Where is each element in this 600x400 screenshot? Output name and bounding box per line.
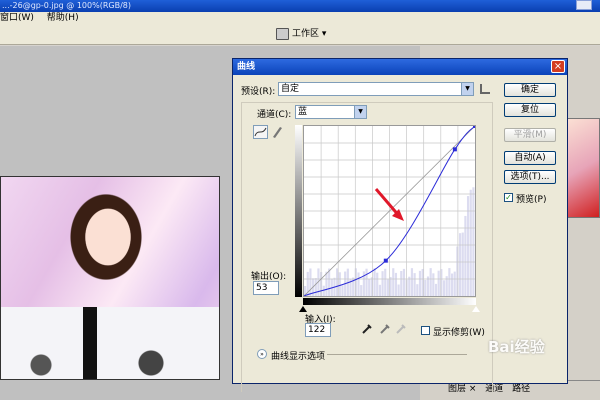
histogram-bar — [381, 271, 384, 296]
histogram-bar — [448, 268, 451, 296]
white-point-slider[interactable] — [472, 306, 480, 312]
close-icon[interactable]: × — [551, 60, 565, 73]
histogram-bar — [410, 268, 414, 296]
app-title-bar: ...-26@gp-0.jpg @ 100%(RGB/8) — [0, 0, 600, 12]
chevron-down-icon: ▼ — [354, 106, 366, 118]
histogram-bar — [397, 284, 400, 296]
curve-tool-icon[interactable] — [253, 125, 268, 139]
input-gradient-bar — [303, 298, 476, 305]
smooth-button[interactable]: 平滑(M) — [504, 128, 556, 142]
window-control-icon[interactable] — [576, 0, 592, 10]
menu-bar: 窗口(W) 帮助(H) — [0, 12, 600, 25]
channel-select[interactable]: 蓝 ▼ — [295, 105, 367, 119]
histogram-bar — [357, 272, 360, 296]
ok-button[interactable]: 确定 — [504, 83, 556, 97]
histogram-bar — [426, 276, 430, 296]
histogram-bar — [400, 271, 403, 296]
histogram-bar — [394, 272, 398, 296]
histogram-bar — [384, 268, 387, 296]
preset-select[interactable]: 自定 ▼ — [278, 82, 474, 96]
preset-value: 自定 — [281, 84, 300, 94]
watermark: Bai经验 — [488, 338, 545, 356]
preset-label: 预设(R): — [241, 87, 276, 97]
menu-help[interactable]: 帮助(H) — [47, 13, 79, 23]
histogram-bar — [472, 187, 475, 296]
histogram-bar — [402, 268, 406, 296]
histogram-bar — [314, 278, 317, 296]
histogram-bar — [386, 279, 389, 296]
histogram-bar — [469, 189, 472, 296]
histogram-bar — [365, 268, 368, 296]
input-field[interactable]: 122 — [305, 323, 331, 337]
histogram-bar — [453, 271, 456, 296]
pencil-icon[interactable] — [271, 125, 283, 139]
histogram-bar — [368, 279, 371, 296]
histogram-bar — [434, 283, 438, 296]
curve-options-label: 曲线显示选项 — [271, 352, 326, 362]
document-photo[interactable] — [0, 176, 220, 380]
tab-paths[interactable]: 路径 — [512, 384, 530, 394]
histogram-bar — [338, 272, 341, 296]
gray-eyedropper-icon[interactable] — [379, 323, 391, 335]
histogram-bar — [424, 279, 427, 296]
menu-window[interactable]: 窗口(W) — [0, 13, 34, 23]
histogram-bar — [378, 284, 381, 296]
histogram-bar — [376, 272, 379, 296]
histogram-bar — [360, 285, 363, 296]
histogram-bar — [413, 273, 416, 296]
histogram-bar — [408, 276, 411, 296]
dialog-title: 曲线 — [233, 59, 567, 75]
black-eyedropper-icon[interactable] — [361, 323, 373, 335]
channel-value: 蓝 — [298, 107, 308, 117]
histogram-bar — [325, 271, 328, 296]
options-divider — [327, 354, 467, 355]
histogram-bar — [442, 280, 446, 296]
curve-control-point — [383, 258, 388, 263]
output-gradient-bar — [295, 125, 302, 297]
workspace-button[interactable]: 工作区 ▾ — [292, 27, 350, 42]
histogram-bar — [437, 270, 440, 296]
histogram-bar — [432, 273, 435, 296]
histogram-bar — [418, 270, 422, 296]
histogram-bar — [450, 273, 454, 296]
histogram-bar — [461, 232, 464, 296]
histogram-bar — [309, 268, 312, 296]
preset-menu-icon[interactable] — [480, 84, 490, 94]
reset-button[interactable]: 复位 — [504, 103, 556, 117]
output-field[interactable]: 53 — [253, 281, 279, 295]
options-button[interactable]: 选项(T)... — [504, 170, 556, 184]
histogram-bar — [392, 268, 395, 296]
navigator-thumbnail[interactable] — [566, 118, 600, 218]
histogram-bar — [458, 233, 462, 296]
histogram-bar — [341, 285, 344, 296]
chevron-down-icon: ▼ — [461, 83, 473, 95]
channel-label: 通道(C): — [255, 107, 294, 120]
histogram-bar — [429, 268, 432, 296]
histogram-bar — [373, 268, 376, 296]
preview-label: 预览(P) — [516, 195, 547, 205]
show-clipping-label: 显示修剪(W) — [433, 328, 485, 338]
white-eyedropper-icon[interactable] — [395, 323, 407, 335]
red-arrow-annotation — [374, 188, 404, 221]
preview-checkbox[interactable]: ✓ — [504, 193, 513, 202]
expand-options-icon[interactable]: » — [257, 349, 267, 359]
histogram-bar — [416, 284, 419, 296]
histogram-bar — [328, 268, 331, 296]
printer-icon[interactable] — [276, 28, 289, 40]
photo-bicycle — [1, 345, 219, 379]
curve-control-point — [452, 147, 457, 152]
auto-button[interactable]: 自动(A) — [504, 151, 556, 165]
show-clipping-checkbox[interactable] — [421, 326, 430, 335]
curve-control-point — [473, 124, 477, 128]
